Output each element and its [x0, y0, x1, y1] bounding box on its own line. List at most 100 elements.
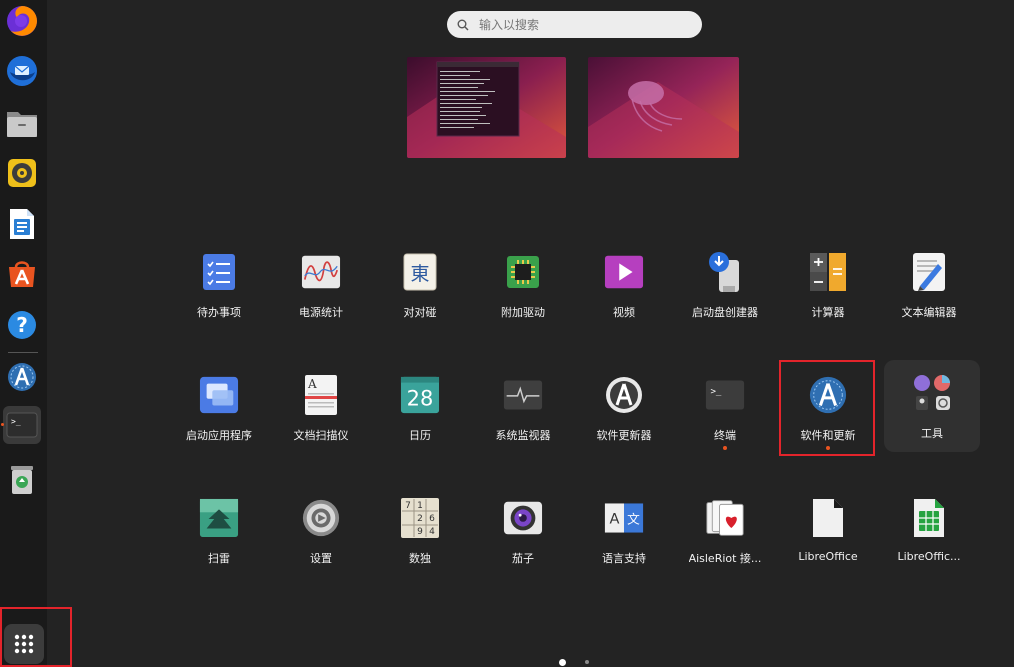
chip-icon — [503, 252, 543, 292]
show-apps-icon — [14, 634, 34, 654]
firefox-icon[interactable] — [3, 2, 41, 40]
app-label: 待办事项 — [197, 306, 241, 319]
app-label: 日历 — [409, 429, 431, 442]
app-text-editor[interactable]: 文本编辑器 — [881, 239, 977, 331]
app-mahjongg[interactable]: 東 对对碰 — [372, 239, 468, 331]
svg-text:A: A — [307, 377, 317, 391]
software-and-updates-icon — [808, 375, 848, 415]
app-label: 软件更新器 — [596, 429, 652, 442]
app-label: 启动应用程序 — [186, 429, 252, 442]
writer-icon[interactable] — [3, 205, 41, 243]
svg-text:28: 28 — [407, 386, 434, 410]
svg-text:9: 9 — [417, 527, 423, 537]
startup-applications-icon — [199, 375, 239, 415]
app-settings[interactable]: 设置 — [273, 485, 369, 577]
software-updater-icon[interactable] — [3, 358, 41, 396]
app-libreoffice[interactable]: LibreOffice — [780, 485, 876, 577]
app-label: 语言支持 — [602, 552, 646, 565]
svg-text:7: 7 — [405, 501, 411, 511]
language-icon: A 文 — [604, 498, 644, 538]
svg-text:1: 1 — [417, 501, 423, 511]
app-label: 文本编辑器 — [901, 306, 957, 319]
libreoffice-calc-icon — [909, 498, 949, 538]
app-additional-drivers[interactable]: 附加驱动 — [475, 239, 571, 331]
terminal-icon[interactable]: >_ — [3, 406, 41, 444]
app-label: 文档扫描仪 — [293, 429, 349, 442]
help-icon[interactable]: ? — [3, 306, 41, 344]
search-bar[interactable] — [447, 11, 702, 38]
dock: ? >_ — [0, 0, 47, 667]
terminal-app-icon: >_ — [705, 375, 745, 415]
scanner-icon: A — [301, 375, 341, 415]
app-label: LibreOffic... — [897, 550, 961, 563]
app-power-statistics[interactable]: 电源统计 — [273, 239, 369, 331]
app-folder-utilities[interactable]: 工具 — [884, 360, 980, 452]
app-calculator[interactable]: 计算器 — [780, 239, 876, 331]
svg-text:>_: >_ — [11, 417, 21, 426]
running-indicator — [723, 446, 727, 450]
app-cheese[interactable]: 茄子 — [475, 485, 571, 577]
usb-drive-icon — [705, 252, 745, 292]
mahjongg-icon: 東 — [400, 252, 440, 292]
app-software-updater[interactable]: 软件更新器 — [576, 362, 672, 454]
workspace-thumbnail-1[interactable] — [407, 57, 566, 158]
text-editor-icon — [909, 252, 949, 292]
power-statistics-icon — [301, 252, 341, 292]
running-indicator — [1, 423, 4, 426]
svg-text:A: A — [609, 511, 619, 527]
app-sudoku[interactable]: 71 26 94 数独 — [372, 485, 468, 577]
app-calendar[interactable]: 28 日历 — [372, 362, 468, 454]
app-language-support[interactable]: A 文 语言支持 — [576, 485, 672, 577]
show-apps-button[interactable] — [4, 624, 44, 664]
app-libreoffice-calc[interactable]: LibreOffic... — [881, 485, 977, 577]
app-label: 数独 — [409, 552, 431, 565]
app-label: 设置 — [310, 552, 332, 565]
app-label: 软件和更新 — [800, 429, 856, 442]
dock-separator — [8, 352, 38, 353]
search-input[interactable] — [477, 16, 681, 33]
app-todo[interactable]: 待办事项 — [171, 239, 267, 331]
app-label: 茄子 — [512, 552, 534, 565]
files-icon[interactable] — [3, 104, 41, 142]
app-label: LibreOffice — [798, 550, 858, 563]
running-indicator — [826, 446, 830, 450]
todo-icon — [199, 252, 239, 292]
page-indicator-2[interactable] — [585, 660, 589, 664]
svg-text:2: 2 — [417, 514, 423, 524]
app-center-icon[interactable] — [3, 255, 41, 293]
app-terminal[interactable]: >_ 终端 — [677, 362, 773, 454]
app-label: 扫雷 — [208, 552, 230, 565]
video-player-icon — [604, 252, 644, 292]
mines-icon — [199, 498, 239, 538]
utilities-folder-icon — [912, 373, 952, 413]
app-aisleriot[interactable]: AisleRiot 接... — [677, 485, 773, 577]
svg-text:?: ? — [16, 313, 28, 337]
app-mines[interactable]: 扫雷 — [171, 485, 267, 577]
app-startup-disk-creator[interactable]: 启动盘创建器 — [677, 239, 773, 331]
app-label: 附加驱动 — [501, 306, 545, 319]
page-indicator-1[interactable] — [559, 659, 566, 666]
app-label: 电源统计 — [299, 306, 343, 319]
svg-text:4: 4 — [429, 527, 435, 537]
calendar-icon: 28 — [400, 375, 440, 415]
app-startup-applications[interactable]: 启动应用程序 — [171, 362, 267, 454]
app-system-monitor[interactable]: 系统监视器 — [475, 362, 571, 454]
sudoku-icon: 71 26 94 — [400, 498, 440, 538]
app-label: 视频 — [613, 306, 635, 319]
playing-cards-icon — [705, 498, 745, 538]
app-label: 计算器 — [811, 306, 845, 319]
app-document-scanner[interactable]: A 文档扫描仪 — [273, 362, 369, 454]
app-videos[interactable]: 视频 — [576, 239, 672, 331]
workspace-thumbnail-2[interactable] — [588, 57, 739, 158]
app-software-and-updates[interactable]: 软件和更新 — [780, 362, 876, 454]
trash-icon[interactable] — [3, 460, 41, 498]
system-monitor-icon — [503, 375, 543, 415]
software-updater-app-icon — [604, 375, 644, 415]
rhythmbox-icon[interactable] — [3, 154, 41, 192]
app-label: 工具 — [921, 427, 943, 440]
svg-text:6: 6 — [429, 514, 435, 524]
app-label: 启动盘创建器 — [692, 306, 758, 319]
thunderbird-icon[interactable] — [3, 52, 41, 90]
app-label: 系统监视器 — [495, 429, 551, 442]
svg-text:>_: >_ — [710, 387, 721, 397]
